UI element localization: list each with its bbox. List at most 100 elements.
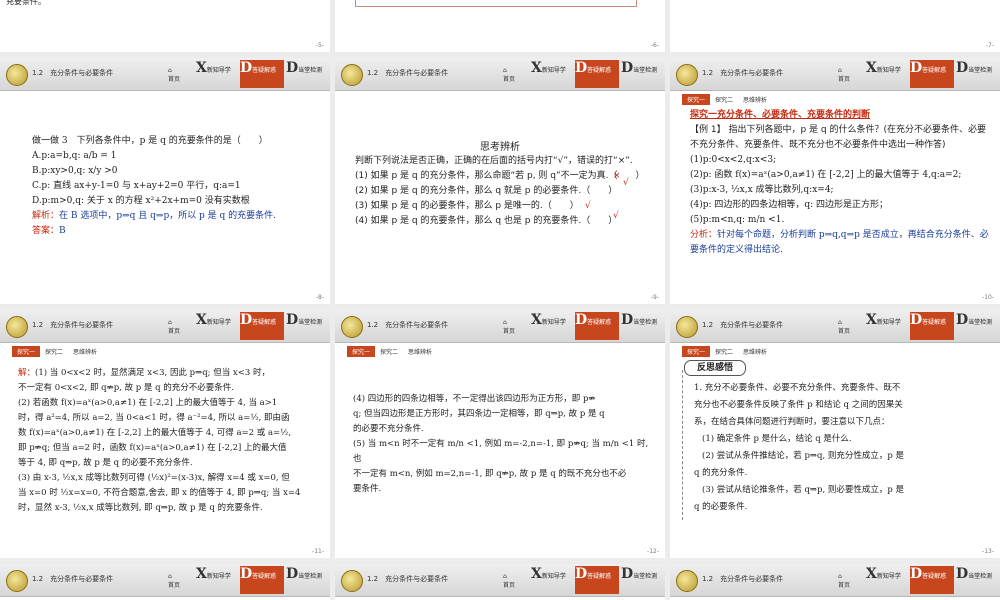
solution-line: 时，得 a²=4, 所以 a=2, 当 0<a<1 时，得 a⁻²=4, 所以 … (18, 413, 290, 423)
school-logo-icon (341, 316, 363, 338)
slide-15: 1.2 充分条件与必要条件 ⌂ 首页 X新知导学 D答疑解惑 D当堂检测 (335, 564, 665, 600)
reflection-line: (1) 确定条件 p 是什么，结论 q 是什么. (702, 434, 852, 444)
option-d: D.p:m>0,q: 关于 x 的方程 x²+2x+m=0 没有实数根 (32, 196, 250, 206)
slide-header: 1.2 充分条件与必要条件 ⌂ 首页 X新知导学 D答疑解惑 D当堂检测 (670, 310, 1000, 343)
option-b: B.p:xy>0,q: x/y >0 (32, 166, 118, 176)
solution-line: 不一定有 m<n, 例如 m=2,n=-1, 即 q⇏p, 故 p 是 q 的既… (353, 469, 627, 479)
nav-xinzhi-button[interactable]: X新知导学 (531, 312, 573, 340)
nav-dangtang-button[interactable]: D当堂检测 (621, 60, 663, 88)
nav-xinzhi-button[interactable]: X新知导学 (866, 60, 908, 88)
nav-dangtang-button[interactable]: D当堂检测 (956, 60, 998, 88)
nav-dayi-button[interactable]: D答疑解惑 (240, 60, 284, 88)
nav-xinzhi-button[interactable]: X新知导学 (196, 60, 238, 88)
school-logo-icon (6, 570, 28, 592)
home-button[interactable]: ⌂ 首页 (168, 67, 180, 83)
think-item-3: (3) 如果 p 是 q 的必要条件，那么 p 是唯一的.（ ） (355, 201, 579, 211)
nav-xinzhi-button[interactable]: X新知导学 (866, 312, 908, 340)
school-logo-icon (341, 64, 363, 86)
solution-line: (2) 若函数 f(x)=aˣ(a>0,a≠1) 在 [-2,2] 上的最大值等… (18, 398, 278, 408)
tab-explore-2[interactable]: 探究二 (710, 346, 738, 357)
nav-dangtang-button[interactable]: D当堂检测 (956, 566, 998, 594)
page-number: -6- (650, 42, 659, 49)
nav-dayi-button[interactable]: D答疑解惑 (575, 60, 619, 88)
slide-9: 1.2 充分条件与必要条件 ⌂ 首页 X新知导学 D答疑解惑 D当堂检测 思考辨析… (335, 58, 665, 304)
page-number: -8- (315, 294, 324, 301)
reflection-line: q 的必要条件. (694, 502, 748, 512)
tab-explore-2[interactable]: 探究二 (40, 346, 68, 357)
slide-10: 1.2 充分条件与必要条件 ⌂ 首页 X新知导学 D答疑解惑 D当堂检测 探究一探… (670, 58, 1000, 304)
tab-thinking[interactable]: 思维辨析 (403, 346, 437, 357)
nav-dayi-button[interactable]: D答疑解惑 (575, 312, 619, 340)
nav-dangtang-button[interactable]: D当堂检测 (286, 60, 328, 88)
nav-dayi-button[interactable]: D答疑解惑 (240, 566, 284, 594)
section-tabs: 探究一 探究二 思维辨析 (682, 346, 772, 357)
nav-dangtang-button[interactable]: D当堂检测 (286, 312, 328, 340)
think-item-1: (1) 如果 p 是 q 的充分条件，那么命题“若 p, 则 q”不一定为真.（… (355, 171, 645, 181)
reflection-line: (2) 尝试从条件推结论，若 p⇒q, 则充分性成立，p 是 (702, 451, 904, 461)
nav-dayi-button[interactable]: D答疑解惑 (240, 312, 284, 340)
nav-xinzhi-button[interactable]: X新知导学 (531, 60, 573, 88)
page-number: -5- (315, 42, 324, 49)
section-title: 1.2 充分条件与必要条件 (702, 69, 784, 77)
mark-2: √ (623, 178, 629, 188)
nav-dangtang-button[interactable]: D当堂检测 (956, 312, 998, 340)
home-button[interactable]: ⌂ 首页 (503, 67, 515, 83)
option-a: A.p:a=b,q: a/b = 1 (32, 151, 117, 161)
home-button[interactable]: ⌂ 首页 (838, 319, 850, 335)
nav-dangtang-button[interactable]: D当堂检测 (621, 312, 663, 340)
slide-5: 充要条件。 -5- (0, 0, 330, 52)
nav-dayi-button[interactable]: D答疑解惑 (910, 312, 954, 340)
tab-explore-1[interactable]: 探究一 (347, 346, 376, 357)
nav-xinzhi-button[interactable]: X新知导学 (196, 312, 238, 340)
slide-header: 1.2 充分条件与必要条件 ⌂ 首页 X新知导学 D答疑解惑 D当堂检测 (670, 58, 1000, 91)
section-title: 1.2 充分条件与必要条件 (32, 321, 114, 329)
think-title: 思考辨析 (480, 142, 520, 153)
home-button[interactable]: ⌂ 首页 (838, 573, 850, 589)
slide-6: -6- (335, 0, 665, 52)
page-number: -10- (982, 294, 994, 301)
nav-dayi-button[interactable]: D答疑解惑 (910, 60, 954, 88)
solution-line: 时，显然 x-3, ½x,x 成等比数列, 即 q⇒p, 故 p 是 q 的充要… (18, 503, 263, 513)
answer-text: B (59, 226, 66, 236)
tab-thinking[interactable]: 思维辨析 (738, 94, 772, 105)
nav-xinzhi-button[interactable]: X新知导学 (866, 566, 908, 594)
tab-explore-2[interactable]: 探究二 (710, 94, 738, 105)
example-item-1: (1)p:0<x<2,q:x<3; (690, 155, 777, 165)
example-text: 【例 1】 指出下列各题中，p 是 q 的什么条件？(在充分不必要条件、必要不充… (690, 125, 986, 150)
solution-line: 数 f(x)=aˣ(a>0,a≠1) 在 [-2,2] 上的最大值等于 4, 可… (18, 428, 292, 438)
home-button[interactable]: ⌂ 首页 (503, 319, 515, 335)
tab-explore-2[interactable]: 探究二 (375, 346, 403, 357)
home-button[interactable]: ⌂ 首页 (168, 319, 180, 335)
tab-explore-1[interactable]: 探究一 (12, 346, 41, 357)
tab-thinking[interactable]: 思维辨析 (738, 346, 772, 357)
slide-7: -7- (670, 0, 1000, 52)
tab-explore-1[interactable]: 探究一 (682, 346, 711, 357)
nav-xinzhi-button[interactable]: X新知导学 (531, 566, 573, 594)
nav-dangtang-button[interactable]: D当堂检测 (286, 566, 328, 594)
solution-line: 即 p⇏q; 但当 a=2 时，函数 f(x)=aˣ(a>0,a≠1) 在 [-… (18, 443, 287, 453)
tab-explore-1[interactable]: 探究一 (682, 94, 711, 105)
nav-dayi-button[interactable]: D答疑解惑 (910, 566, 954, 594)
slide-header: 1.2 充分条件与必要条件 ⌂ 首页 X新知导学 D答疑解惑 D当堂检测 (670, 564, 1000, 597)
option-c: C.p: 直线 ax+y-1=0 与 x+ay+2=0 平行，q:a=1 (32, 181, 241, 191)
home-button[interactable]: ⌂ 首页 (168, 573, 180, 589)
page-number: -9- (650, 294, 659, 301)
tab-thinking[interactable]: 思维辨析 (68, 346, 102, 357)
section-title: 1.2 充分条件与必要条件 (367, 69, 449, 77)
section-title: 1.2 充分条件与必要条件 (702, 575, 784, 583)
slide-header: 1.2 充分条件与必要条件 ⌂ 首页 X新知导学 D答疑解惑 D当堂检测 (0, 564, 330, 597)
slide-8: 1.2 充分条件与必要条件 ⌂ 首页 X新知导学 D答疑解惑 D当堂检测 做一做 … (0, 58, 330, 304)
reflection-line: 充分也不必要条件反映了条件 p 和结论 q 之间的因果关 (694, 400, 903, 410)
nav-xinzhi-button[interactable]: X新知导学 (196, 566, 238, 594)
example-item-5: (5)p:m<n,q: m/n <1. (690, 215, 785, 225)
home-button[interactable]: ⌂ 首页 (838, 67, 850, 83)
nav-dangtang-button[interactable]: D当堂检测 (621, 566, 663, 594)
page-number: -13- (982, 548, 994, 555)
reflection-line: (3) 尝试从结论推条件，若 q⇒p, 则必要性成立，p 是 (702, 485, 904, 495)
school-logo-icon (6, 64, 28, 86)
reflection-line: q 的充分条件. (694, 468, 748, 478)
section-title: 1.2 充分条件与必要条件 (367, 321, 449, 329)
nav-dayi-button[interactable]: D答疑解惑 (575, 566, 619, 594)
page-number: -11- (312, 548, 324, 555)
home-button[interactable]: ⌂ 首页 (503, 573, 515, 589)
